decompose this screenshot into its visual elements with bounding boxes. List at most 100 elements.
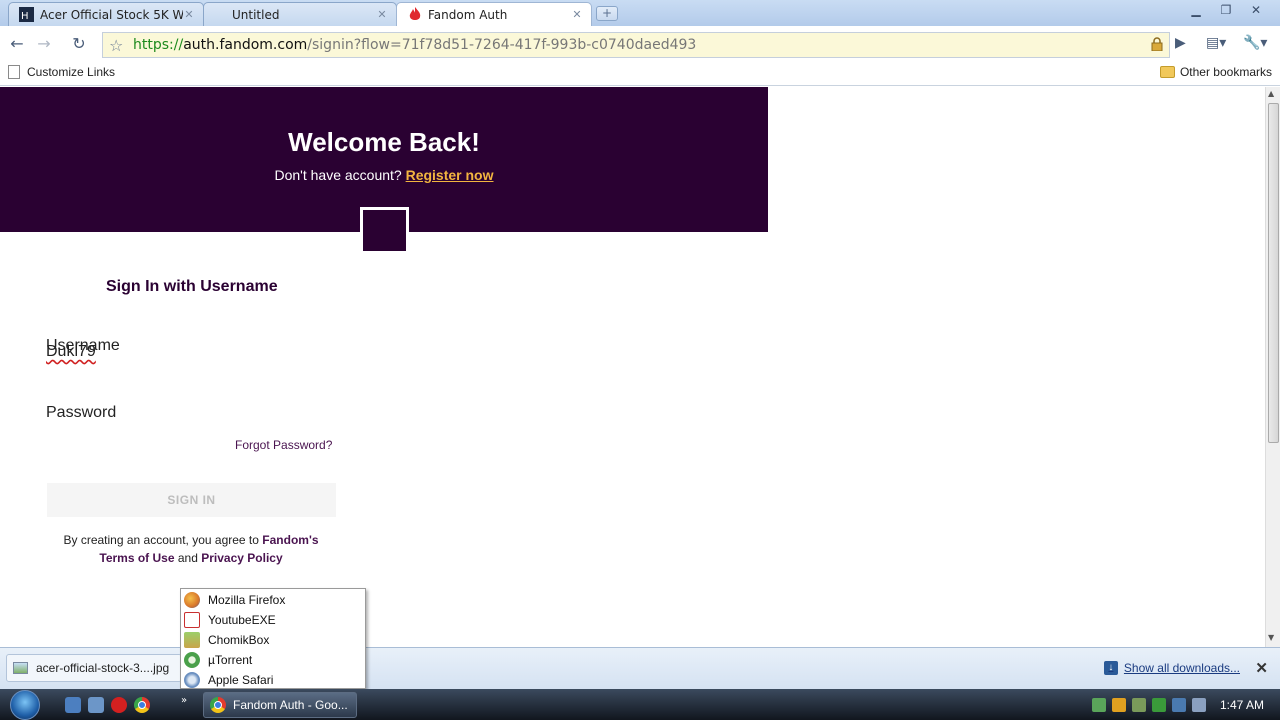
tray-shield-icon[interactable]	[1111, 697, 1126, 712]
url-host: auth.fandom.com	[183, 37, 308, 53]
menu-item-label: YoutubeEXE	[208, 613, 276, 627]
tab-fandom-auth[interactable]: Fandom Auth ✕	[396, 2, 592, 26]
download-icon: ↓	[1103, 661, 1118, 675]
bookmarks-bar: Customize Links Other bookmarks	[0, 60, 1280, 86]
tab-title: Fandom Auth	[428, 7, 508, 22]
utorrent-icon	[184, 652, 200, 668]
quick-launch-menu: Mozilla Firefox YoutubeEXE ChomikBox µTo…	[180, 588, 366, 689]
menu-item-chomikbox[interactable]: ChomikBox	[181, 630, 365, 650]
show-all-downloads-link[interactable]: ↓ Show all downloads...	[1103, 661, 1240, 675]
tab-title: Acer Official Stock 5K Wa...	[40, 7, 183, 22]
show-all-label: Show all downloads...	[1123, 661, 1240, 675]
menu-item-youtubeexe[interactable]: YoutubeEXE	[181, 610, 365, 630]
clock[interactable]: 1:47 AM	[1220, 698, 1264, 712]
bookmark-star-icon[interactable]: ☆	[109, 36, 123, 55]
menu-item-label: Apple Safari	[208, 673, 274, 687]
chrome-icon[interactable]	[134, 697, 150, 713]
forgot-password-link[interactable]: Forgot Password?	[235, 438, 332, 452]
youtube-exe-icon	[184, 612, 200, 628]
download-item[interactable]: acer-official-stock-3....jpg	[6, 654, 182, 682]
other-bookmarks-label: Other bookmarks	[1179, 65, 1272, 79]
lock-icon[interactable]	[1151, 37, 1163, 52]
fandom-link[interactable]: Fandom's	[262, 533, 318, 547]
close-tab-icon[interactable]: ✕	[376, 8, 388, 21]
scroll-down-icon[interactable]: ▼	[1268, 633, 1274, 642]
terms-and: and	[177, 551, 198, 565]
wallpaper-site-icon: H	[19, 7, 34, 22]
menu-item-label: µTorrent	[208, 653, 253, 667]
address-bar[interactable]: ☆ https://auth.fandom.com/signin?flow=71…	[102, 32, 1170, 58]
system-tray: 1:47 AM	[1091, 689, 1280, 720]
url-scheme: https://	[133, 37, 184, 53]
go-arrow-icon[interactable]: ▶	[1175, 35, 1186, 51]
close-window-icon[interactable]: ✕	[1242, 2, 1270, 20]
page-scrollbar[interactable]: ▲ ▼	[1265, 87, 1280, 647]
browser-toolbar: ← → ↻ ☆ https://auth.fandom.com/signin?f…	[0, 26, 1280, 60]
menu-item-safari[interactable]: Apple Safari	[181, 670, 365, 690]
terms-notice: By creating an account, you agree to Fan…	[47, 531, 335, 567]
page-menu-icon[interactable]: ▤▾	[1206, 35, 1226, 51]
scroll-up-icon[interactable]: ▲	[1268, 89, 1274, 98]
welcome-heading: Welcome Back!	[288, 127, 480, 157]
privacy-policy-link[interactable]: Privacy Policy	[201, 551, 282, 565]
sign-in-button[interactable]: SIGN IN	[47, 483, 336, 517]
avatar	[360, 207, 409, 254]
no-account-text: Don't have account?	[274, 167, 402, 183]
tray-update-icon[interactable]	[1131, 697, 1146, 712]
tab-untitled[interactable]: Untitled ✕	[203, 2, 397, 26]
image-file-icon	[13, 662, 28, 674]
more-quicklaunch-icon[interactable]: »	[181, 695, 187, 706]
page-content: Welcome Back! Don't have account? Regist…	[0, 87, 1265, 647]
chomikbox-icon	[184, 632, 200, 648]
back-arrow-icon[interactable]: ←	[7, 35, 27, 55]
start-button[interactable]	[10, 690, 40, 720]
new-tab-button[interactable]: +	[596, 6, 618, 21]
other-bookmarks[interactable]: Other bookmarks	[1159, 65, 1272, 79]
tray-network-icon[interactable]	[1171, 697, 1186, 712]
tab-acer[interactable]: H Acer Official Stock 5K Wa... ✕	[8, 2, 204, 26]
password-field[interactable]: Password	[46, 404, 116, 422]
bookmark-label: Customize Links	[27, 65, 116, 79]
taskbar: » Fandom Auth - Goo... 1:47 AM	[0, 689, 1280, 720]
page-icon	[8, 65, 20, 79]
close-shelf-icon[interactable]: ✕	[1255, 659, 1268, 677]
safari-icon	[184, 672, 200, 688]
menu-item-label: ChomikBox	[208, 633, 270, 647]
restore-icon[interactable]: ❐	[1212, 2, 1240, 20]
menu-item-utorrent[interactable]: µTorrent	[181, 650, 365, 670]
menu-item-firefox[interactable]: Mozilla Firefox	[181, 590, 365, 610]
menu-item-label: Mozilla Firefox	[208, 593, 286, 607]
download-filename: acer-official-stock-3....jpg	[36, 661, 170, 675]
svg-text:H: H	[21, 11, 29, 22]
register-line: Don't have account? Register now	[0, 167, 768, 183]
terms-of-use-link[interactable]: Terms of Use	[99, 551, 174, 565]
blank-page-icon	[214, 7, 226, 22]
switch-windows-icon[interactable]	[88, 697, 104, 713]
opera-icon[interactable]	[111, 697, 127, 713]
close-tab-icon[interactable]: ✕	[183, 8, 195, 21]
forward-arrow-icon[interactable]: →	[34, 35, 54, 55]
reload-icon[interactable]: ↻	[69, 35, 89, 55]
minimize-icon[interactable]: ▁	[1182, 2, 1210, 20]
register-link[interactable]: Register now	[406, 167, 494, 183]
tab-strip: H Acer Official Stock 5K Wa... ✕ Untitle…	[0, 0, 1280, 26]
taskbar-button-chrome[interactable]: Fandom Auth - Goo...	[203, 692, 357, 718]
window-controls: ▁ ❐ ✕	[1182, 2, 1270, 20]
close-tab-icon[interactable]: ✕	[571, 8, 583, 21]
firefox-icon	[184, 592, 200, 608]
wrench-icon[interactable]: 🔧▾	[1243, 35, 1267, 51]
signin-heading: Sign In with Username	[106, 278, 278, 295]
tray-app-icon[interactable]	[1091, 697, 1106, 712]
scroll-thumb[interactable]	[1268, 103, 1279, 443]
fandom-flame-icon	[407, 7, 422, 22]
username-field[interactable]: Dukl79	[46, 343, 96, 361]
bookmark-customize-links[interactable]: Customize Links	[8, 65, 115, 79]
tray-safely-remove-icon[interactable]	[1151, 697, 1166, 712]
chrome-icon	[210, 697, 226, 713]
taskbar-button-label: Fandom Auth - Goo...	[233, 698, 348, 712]
show-desktop-icon[interactable]	[65, 697, 81, 713]
tab-title: Untitled	[232, 7, 280, 22]
folder-icon	[1159, 66, 1175, 78]
volume-icon[interactable]	[1191, 697, 1206, 712]
url-path: /signin?flow=71f78d51-7264-417f-993b-c07…	[307, 37, 697, 53]
